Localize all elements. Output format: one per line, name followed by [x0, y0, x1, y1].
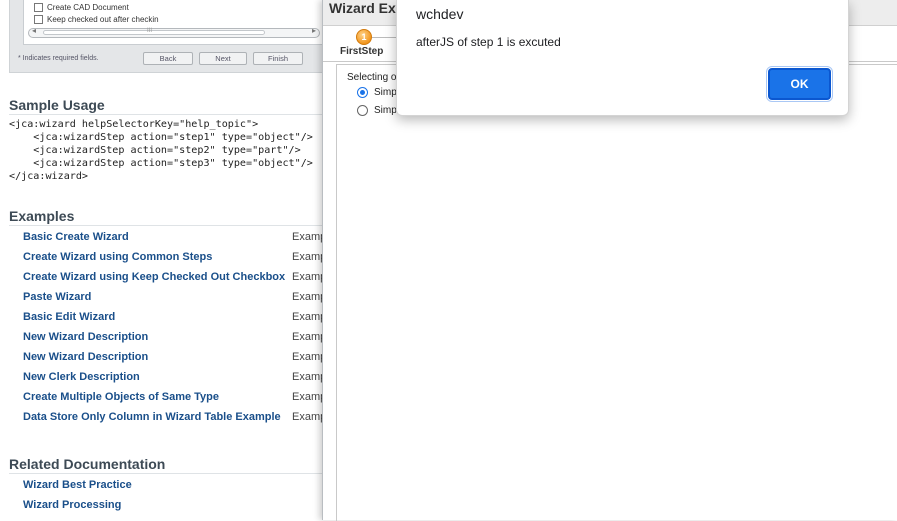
sample-usage-heading: Sample Usage [9, 97, 329, 115]
wizard-step-panel: Selecting o Simp Simp [336, 64, 897, 521]
alert-origin: wchdev [416, 6, 464, 22]
example-row: Data Store Only Column in Wizard Table E… [23, 411, 328, 431]
related-link-wizard-best-practice[interactable]: Wizard Best Practice [23, 479, 132, 491]
example-row: New Wizard Description Examp [23, 351, 328, 371]
alert-message: afterJS of step 1 is excuted [416, 35, 561, 49]
example-row: New Clerk Description Examp [23, 371, 328, 391]
preview-next-button: Next [199, 52, 247, 65]
example-row: Basic Create Wizard Examp [23, 231, 328, 251]
radio-button-selected[interactable] [357, 87, 368, 98]
example-link[interactable]: New Wizard Description [23, 351, 148, 363]
example-row: Create Multiple Objects of Same Type Exa… [23, 391, 328, 411]
sample-usage-code: <jca:wizard helpSelectorKey="help_topic"… [9, 119, 313, 182]
example-link[interactable]: New Clerk Description [23, 371, 140, 383]
example-link[interactable]: Data Store Only Column in Wizard Table E… [23, 411, 281, 423]
preview-checkbox-box [34, 3, 43, 12]
preview-back-button: Back [143, 52, 193, 65]
example-link[interactable]: Create Wizard using Keep Checked Out Che… [23, 271, 285, 283]
scroll-left-arrow-icon: ◂ [32, 26, 37, 35]
preview-required-note: * Indicates required fields. [18, 55, 99, 62]
wizard-preview-image: Create CAD Document Keep checked out aft… [9, 0, 327, 73]
example-row: Create Wizard using Keep Checked Out Che… [23, 271, 328, 291]
radio-option-label: Simp [374, 105, 397, 116]
example-link[interactable]: Create Wizard using Common Steps [23, 251, 212, 263]
radio-option-label: Simp [374, 87, 397, 98]
preview-checkbox-keep-checked-out: Keep checked out after checkin [34, 15, 159, 24]
preview-checkbox-label: Keep checked out after checkin [47, 15, 159, 24]
example-row: Create Wizard using Common Steps Examp [23, 251, 328, 271]
preview-checkbox-label: Create CAD Document [47, 3, 129, 12]
example-link[interactable]: Create Multiple Objects of Same Type [23, 391, 219, 403]
example-link[interactable]: Basic Edit Wizard [23, 311, 115, 323]
example-link[interactable]: New Wizard Description [23, 331, 148, 343]
example-row: New Wizard Description Examp [23, 331, 328, 351]
alert-dialog: wchdev afterJS of step 1 is excuted OK [396, 0, 849, 116]
preview-scroll-thumb: III [43, 28, 265, 35]
radio-option-2[interactable]: Simp [357, 105, 397, 116]
scroll-right-arrow-icon: ▸ [311, 26, 316, 35]
radio-option-1[interactable]: Simp [357, 87, 397, 98]
wizard-title: Wizard Exa [329, 0, 404, 16]
example-link[interactable]: Paste Wizard [23, 291, 91, 303]
ok-button[interactable]: OK [766, 66, 833, 102]
preview-finish-button: Finish [253, 52, 303, 65]
preview-checkbox-box [34, 15, 43, 24]
selecting-label: Selecting o [347, 72, 397, 83]
preview-form: Create CAD Document Keep checked out aft… [23, 0, 327, 45]
step-label-first-step[interactable]: FirstStep [340, 46, 383, 57]
step-number-icon[interactable]: 1 [356, 29, 372, 45]
examples-heading: Examples [9, 208, 329, 226]
related-documentation-heading: Related Documentation [9, 456, 329, 474]
preview-scrollbar: ◂ III ▸ [28, 26, 320, 38]
preview-checkbox-create-cad: Create CAD Document [34, 3, 129, 12]
example-row: Paste Wizard Examp [23, 291, 328, 311]
radio-button[interactable] [357, 105, 368, 116]
related-link-wizard-processing[interactable]: Wizard Processing [23, 499, 121, 511]
scroll-grip-icon: III [147, 28, 153, 34]
example-link[interactable]: Basic Create Wizard [23, 231, 129, 243]
example-row: Basic Edit Wizard Examp [23, 311, 328, 331]
